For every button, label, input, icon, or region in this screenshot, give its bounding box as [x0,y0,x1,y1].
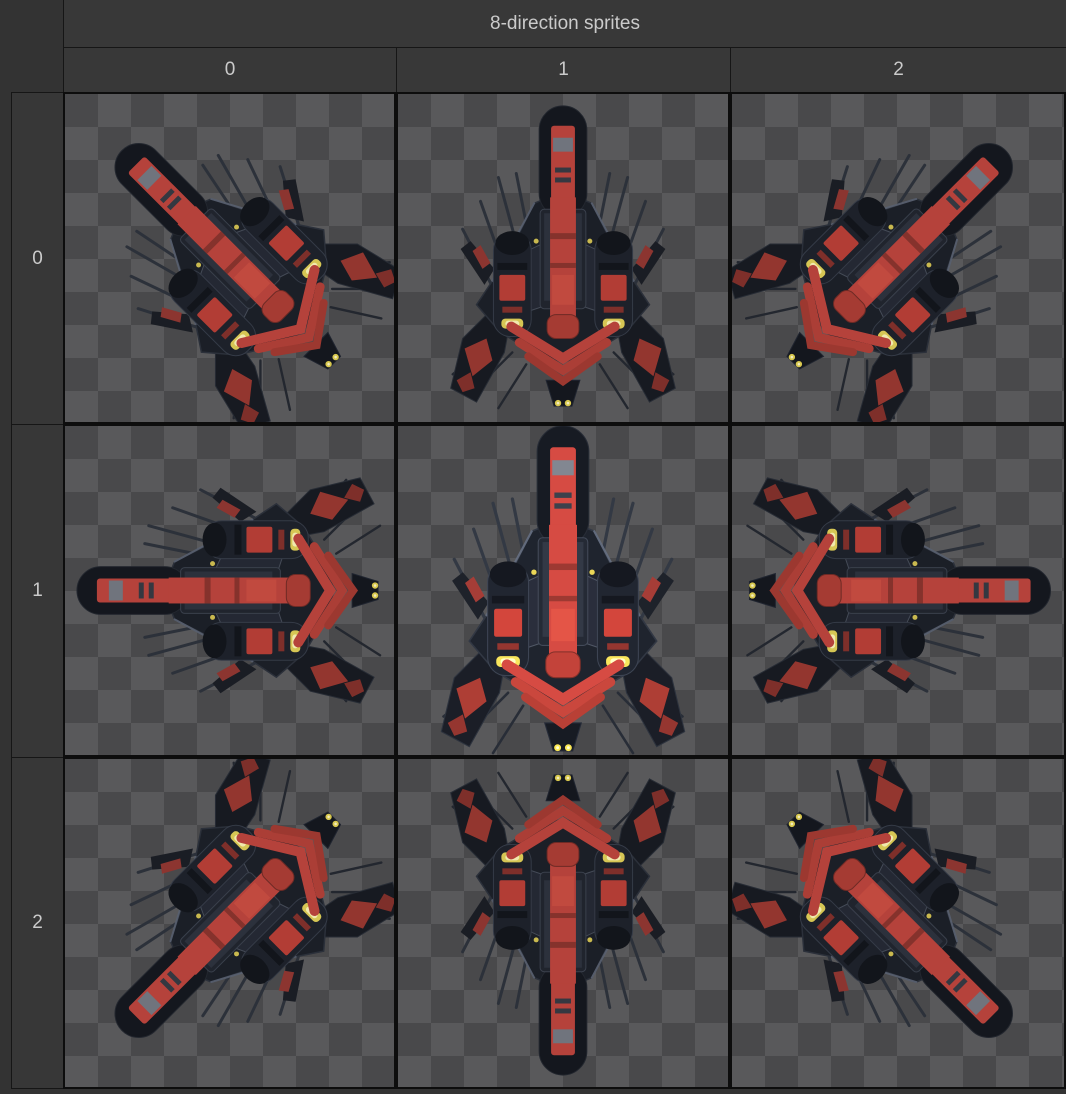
col-header-0: 0 [63,48,396,92]
sprite-cell-2-2[interactable] [730,757,1066,1089]
sprite-cell-2-1[interactable] [396,757,730,1089]
row-header-0: 0 [11,92,63,424]
ship-sprite-down-right [730,757,1066,1089]
sprite-cell-0-0[interactable] [63,92,396,424]
sprite-cell-0-1[interactable] [396,92,730,424]
ship-sprite-up [398,94,728,422]
ship-sprite-up-left [63,92,396,424]
row-header-2: 2 [11,757,63,1089]
sprite-cell-2-0[interactable] [63,757,396,1089]
sprite-cell-1-1[interactable] [396,424,730,757]
sprite-cell-0-2[interactable] [730,92,1066,424]
row-header-1: 1 [11,424,63,757]
ship-sprite-right [734,425,1063,757]
ship-sprite-down [398,759,728,1087]
ship-sprite-up-right [730,92,1066,424]
sprite-cell-1-0[interactable] [63,424,396,757]
col-header-1: 1 [396,48,730,92]
page: 8-direction sprites 0 1 2 0 1 2 [0,0,1066,1094]
table-title: 8-direction sprites [63,0,1066,48]
sprite-table: 8-direction sprites 0 1 2 0 1 2 [11,0,1066,1089]
col-header-2: 2 [730,48,1066,92]
ship-sprite-up [396,424,730,757]
ship-sprite-down-left [63,757,396,1089]
ship-sprite-left [65,426,394,755]
corner-cell [11,0,63,92]
sprite-cell-1-2[interactable] [730,424,1066,757]
